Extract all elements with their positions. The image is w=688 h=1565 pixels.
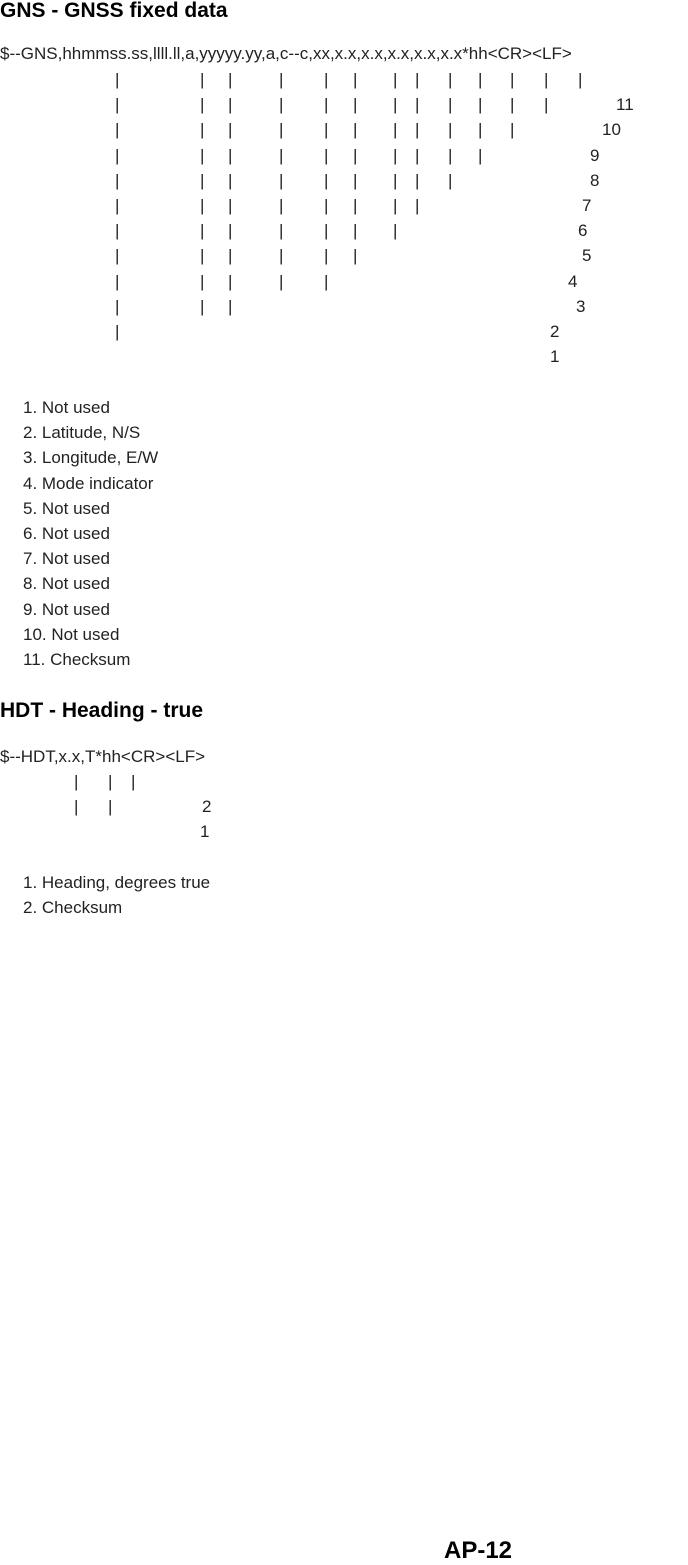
hdt-field-diagram: |||||+---------2++------------------1 xyxy=(0,0,688,1564)
hdt-leader-bar: | xyxy=(74,772,79,791)
hdt-leader-bar: | xyxy=(108,797,113,816)
hdt-leader-bar: | xyxy=(108,772,113,791)
hdt-field-number: 1 xyxy=(200,822,210,841)
hdt-field-item: 1. Heading, degrees true xyxy=(23,873,211,892)
hdt-field-list: 1. Heading, degrees true 2. Checksum xyxy=(23,870,210,920)
hdt-leader-bar: | xyxy=(74,797,79,816)
page-number: AP-12 xyxy=(444,1537,513,1564)
hdt-field-number: 2 xyxy=(202,797,212,816)
hdt-field-item: 2. Checksum xyxy=(23,898,123,918)
hdt-leader-bar: | xyxy=(131,772,136,791)
